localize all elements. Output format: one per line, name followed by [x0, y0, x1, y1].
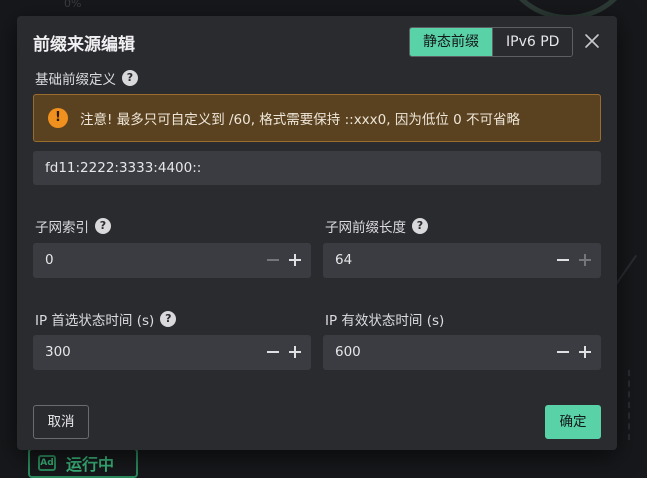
subnet-index-label-text: 子网索引: [35, 216, 89, 236]
cancel-button[interactable]: 取消: [33, 405, 89, 439]
exclamation-icon: !: [48, 108, 68, 128]
minus-icon[interactable]: [555, 344, 571, 360]
prefix-source-dialog: 前缀来源编辑 静态前缀 IPv6 PD 基础前缀定义 ? ! 注意! 最多只可自…: [17, 16, 617, 450]
plus-icon[interactable]: [577, 344, 593, 360]
minus-icon[interactable]: [265, 344, 281, 360]
valid-lifetime-value: 600: [335, 335, 361, 370]
plus-icon[interactable]: [287, 252, 303, 268]
help-icon[interactable]: ?: [412, 218, 428, 234]
background-progress-text: 0%: [64, 0, 81, 10]
plus-icon[interactable]: [287, 344, 303, 360]
subnet-prefix-length-stepper: [555, 252, 593, 268]
subnet-index-input[interactable]: 0: [33, 243, 311, 278]
tab-ipv6-pd[interactable]: IPv6 PD: [492, 28, 572, 56]
base-prefix-label: 基础前缀定义 ?: [35, 68, 138, 88]
subnet-index-value: 0: [45, 243, 54, 278]
dialog-header: 前缀来源编辑 静态前缀 IPv6 PD: [17, 16, 617, 68]
minus-icon[interactable]: [555, 252, 571, 268]
preferred-lifetime-stepper: [265, 344, 303, 360]
preferred-lifetime-label: IP 首选状态时间 (s) ?: [35, 309, 176, 329]
prefix-mode-switch: 静态前缀 IPv6 PD: [409, 27, 573, 57]
plus-icon[interactable]: [577, 252, 593, 268]
subnet-prefix-length-input[interactable]: 64: [323, 243, 601, 278]
subnet-prefix-length-value: 64: [335, 243, 352, 278]
help-icon[interactable]: ?: [95, 218, 111, 234]
valid-lifetime-stepper: [555, 344, 593, 360]
subnet-prefix-length-label-text: 子网前缀长度: [325, 216, 406, 236]
minus-icon[interactable]: [265, 252, 281, 268]
background-status-badge: Ad 运行中: [28, 448, 138, 478]
base-prefix-input[interactable]: fd11:2222:3333:4400::: [33, 151, 601, 185]
preferred-lifetime-input[interactable]: 300: [33, 335, 311, 370]
valid-lifetime-input[interactable]: 600: [323, 335, 601, 370]
help-icon[interactable]: ?: [122, 70, 138, 86]
confirm-button[interactable]: 确定: [545, 405, 601, 439]
warning-text: 注意! 最多只可自定义到 /60, 格式需要保持 ::xxx0, 因为低位 0 …: [80, 108, 520, 128]
warning-alert: ! 注意! 最多只可自定义到 /60, 格式需要保持 ::xxx0, 因为低位 …: [33, 94, 601, 142]
tab-static-prefix[interactable]: 静态前缀: [410, 28, 492, 56]
subnet-index-stepper: [265, 252, 303, 268]
dialog-title: 前缀来源编辑: [33, 30, 135, 55]
subnet-index-label: 子网索引 ?: [35, 216, 111, 236]
help-icon[interactable]: ?: [160, 311, 176, 327]
close-icon[interactable]: [581, 30, 603, 52]
preferred-lifetime-value: 300: [45, 335, 71, 370]
valid-lifetime-label-text: IP 有效状态时间 (s): [325, 309, 444, 329]
preferred-lifetime-label-text: IP 首选状态时间 (s): [35, 309, 154, 329]
base-prefix-label-text: 基础前缀定义: [35, 68, 116, 88]
background-chart-line: [628, 370, 630, 440]
status-label: 运行中: [66, 451, 114, 475]
subnet-prefix-length-label: 子网前缀长度 ?: [325, 216, 428, 236]
valid-lifetime-label: IP 有效状态时间 (s): [325, 309, 444, 329]
